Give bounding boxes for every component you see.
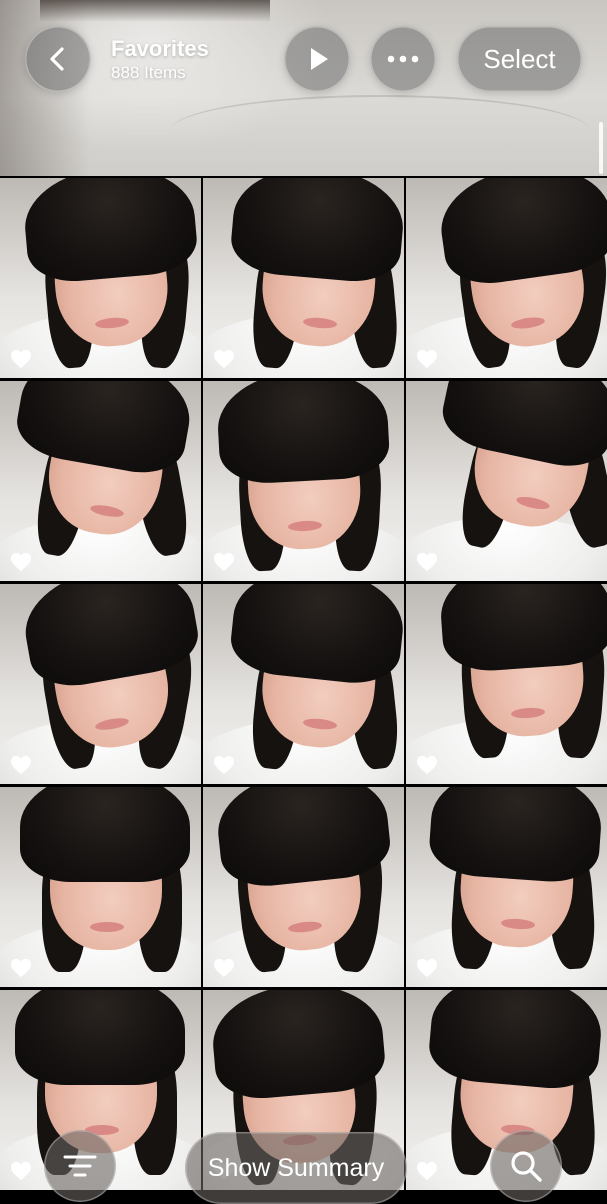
photo-fold-line [170, 95, 590, 167]
back-button[interactable] [25, 26, 91, 92]
heart-icon [11, 349, 31, 369]
photo-thumbnail[interactable] [0, 584, 201, 784]
photo-thumbnail[interactable] [0, 787, 201, 987]
album-title: Favorites [111, 36, 209, 61]
heart-icon [11, 755, 31, 775]
heart-icon [11, 1161, 31, 1181]
select-button[interactable]: Select [457, 26, 582, 92]
filter-lines-icon [63, 1155, 97, 1177]
play-icon [311, 48, 328, 70]
heart-icon [214, 958, 234, 978]
heart-icon [214, 349, 234, 369]
photo-hair [437, 584, 607, 674]
photo-thumbnail[interactable] [406, 584, 607, 784]
photo-thumbnail[interactable] [0, 178, 201, 378]
search-button[interactable] [490, 1130, 562, 1202]
photo-thumbnail[interactable] [0, 381, 201, 581]
heart-icon [214, 755, 234, 775]
more-options-button[interactable] [370, 26, 436, 92]
show-summary-button[interactable]: Show Summary [185, 1132, 407, 1204]
album-title-block: Favorites 888 Items [111, 36, 209, 84]
photo-thumbnail[interactable] [406, 787, 607, 987]
photo-thumbnail[interactable] [203, 178, 404, 378]
photo-grid [0, 178, 607, 1190]
photo-thumbnail[interactable] [203, 584, 404, 784]
scroll-indicator[interactable] [599, 122, 603, 174]
photo-hair [215, 381, 391, 486]
heart-icon [417, 1161, 437, 1181]
heart-icon [417, 755, 437, 775]
heart-icon [417, 552, 437, 572]
photo-hair [15, 990, 185, 1085]
chevron-left-icon [50, 47, 64, 71]
heart-icon [11, 958, 31, 978]
play-slideshow-button[interactable] [284, 26, 350, 92]
photo-thumbnail[interactable] [203, 787, 404, 987]
item-count: 888 Items [111, 63, 186, 82]
magnifier-icon [511, 1151, 542, 1182]
photo-hair [427, 787, 605, 885]
photo-thumbnail[interactable] [203, 381, 404, 581]
heart-icon [214, 552, 234, 572]
heart-icon [11, 552, 31, 572]
photo-hair [208, 990, 388, 1103]
heart-icon [417, 349, 437, 369]
photo-thumbnail[interactable] [406, 178, 607, 378]
photo-lips [90, 922, 124, 932]
photo-hair [20, 787, 190, 882]
photo-thumbnail[interactable] [406, 381, 607, 581]
heart-icon [417, 958, 437, 978]
ellipsis-icon [387, 55, 419, 63]
filter-button[interactable] [44, 1130, 116, 1202]
